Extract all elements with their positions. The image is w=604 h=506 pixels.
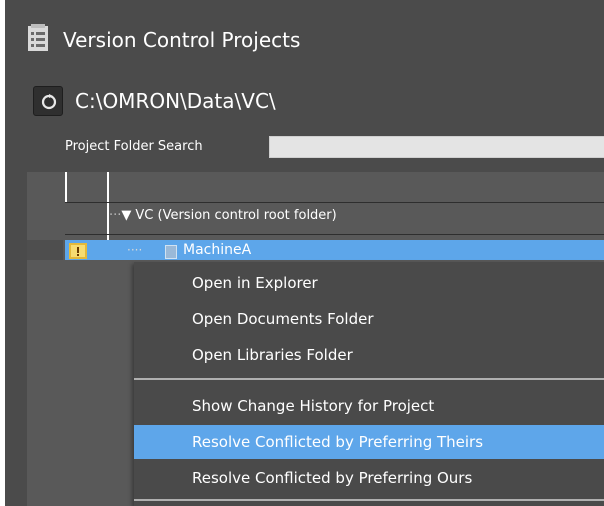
- project-file-icon: [165, 245, 177, 259]
- row-gutter: [27, 240, 63, 260]
- tree-connector: ···: [109, 208, 122, 223]
- document-list-icon: [27, 24, 49, 52]
- menu-item-open-documents-folder[interactable]: Open Documents Folder: [134, 302, 604, 336]
- tree-node-label: VC (Version control root folder): [135, 208, 337, 223]
- row-divider: [65, 202, 604, 203]
- tree-node-vc-root[interactable]: ···▼ VC (Version control root folder): [109, 208, 337, 223]
- tree-connector: ····: [127, 243, 143, 257]
- project-folder-search-input[interactable]: [269, 136, 604, 158]
- column-divider: [65, 172, 67, 202]
- menu-item-resolve-prefer-theirs[interactable]: Resolve Conflicted by Preferring Theirs: [134, 425, 604, 459]
- page-title: Version Control Projects: [63, 28, 301, 52]
- row-divider: [65, 234, 604, 235]
- search-label: Project Folder Search: [65, 139, 203, 154]
- menu-item-open-in-explorer[interactable]: Open in Explorer: [134, 266, 604, 300]
- menu-item-open-libraries-folder[interactable]: Open Libraries Folder: [134, 338, 604, 372]
- conflict-warning-icon: [69, 242, 87, 259]
- menu-item-resolve-prefer-ours[interactable]: Resolve Conflicted by Preferring Ours: [134, 461, 604, 495]
- tree-node-label: MachineA: [183, 242, 252, 258]
- menu-separator: [134, 499, 604, 501]
- menu-separator: [134, 378, 604, 380]
- refresh-button[interactable]: [33, 86, 63, 116]
- context-menu: Open in Explorer Open Documents Folder O…: [134, 262, 604, 506]
- refresh-icon: [41, 94, 57, 110]
- menu-item-show-change-history[interactable]: Show Change History for Project: [134, 389, 604, 423]
- expand-arrow-icon[interactable]: ▼: [121, 208, 131, 223]
- root-folder-path: C:\OMRON\Data\VC\: [75, 89, 276, 113]
- tree-row-machinea[interactable]: [65, 240, 604, 260]
